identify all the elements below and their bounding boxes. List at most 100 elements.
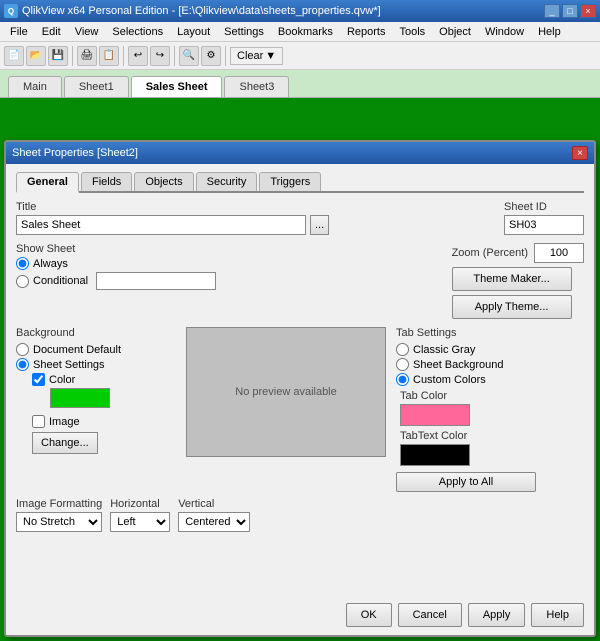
title-label: Title (16, 201, 329, 213)
open-icon[interactable]: 📂 (26, 46, 46, 66)
sheet-settings-label: Sheet Settings (33, 359, 105, 371)
close-button[interactable]: × (580, 4, 596, 18)
dialog-title: Sheet Properties [Sheet2] (12, 147, 138, 159)
tab-fields[interactable]: Fields (81, 172, 132, 191)
image-formatting-select[interactable]: No Stretch Fill Stretch Fit (16, 512, 102, 532)
undo-icon[interactable]: ↩ (128, 46, 148, 66)
print-icon[interactable]: 🖨 (77, 46, 97, 66)
tab-settings-section: Tab Settings Classic Gray Sheet Backgrou… (396, 327, 536, 492)
dialog-tabs: General Fields Objects Security Triggers (16, 172, 584, 193)
redo-icon[interactable]: ↪ (150, 46, 170, 66)
menu-bar: File Edit View Selections Layout Setting… (0, 22, 600, 42)
general-tab-content: Title ... Sheet ID Show Sheet (16, 201, 584, 532)
new-icon[interactable]: 📄 (4, 46, 24, 66)
separator-2 (123, 46, 124, 66)
copy-icon[interactable]: 📋 (99, 46, 119, 66)
sheet-tab-main[interactable]: Main (8, 76, 62, 97)
menu-file[interactable]: File (4, 24, 34, 40)
sheet-background-radio[interactable] (396, 358, 409, 371)
ok-button[interactable]: OK (346, 603, 392, 627)
sheet-tab-sheet3[interactable]: Sheet3 (224, 76, 289, 97)
clear-button[interactable]: Clear ▼ (230, 47, 283, 65)
maximize-button[interactable]: □ (562, 4, 578, 18)
separator-4 (225, 46, 226, 66)
sheet-background-label: Sheet Background (413, 359, 504, 371)
title-browse-button[interactable]: ... (310, 215, 329, 235)
color-checkbox[interactable] (32, 373, 45, 386)
menu-layout[interactable]: Layout (171, 24, 216, 40)
tab-settings-label: Tab Settings (396, 327, 536, 339)
settings-icon[interactable]: ⚙ (201, 46, 221, 66)
sheet-tab-salessheet[interactable]: Sales Sheet (131, 76, 223, 97)
menu-bookmarks[interactable]: Bookmarks (272, 24, 339, 40)
theme-maker-button[interactable]: Theme Maker... (452, 267, 572, 291)
tab-text-color-swatch[interactable] (400, 444, 470, 466)
tab-color-swatch[interactable] (400, 404, 470, 426)
sheet-properties-dialog: Sheet Properties [Sheet2] × General Fiel… (4, 140, 596, 637)
conditional-label: Conditional (33, 275, 88, 287)
tab-general[interactable]: General (16, 172, 79, 193)
menu-window[interactable]: Window (479, 24, 530, 40)
tab-text-label: TabText Color (400, 430, 536, 442)
sheet-tabs: Main Sheet1 Sales Sheet Sheet3 (0, 70, 600, 98)
minimize-button[interactable]: _ (544, 4, 560, 18)
horizontal-select[interactable]: Left Center Right (110, 512, 170, 532)
save-icon[interactable]: 💾 (48, 46, 68, 66)
color-swatch[interactable] (50, 388, 110, 408)
image-formatting-section: Image Formatting No Stretch Fill Stretch… (16, 498, 102, 532)
conditional-radio[interactable] (16, 275, 29, 288)
vertical-label: Vertical (178, 498, 250, 510)
always-radio[interactable] (16, 257, 29, 270)
image-formatting-label: Image Formatting (16, 498, 102, 510)
apply-to-all-button[interactable]: Apply to All (396, 472, 536, 492)
zoom-input[interactable] (534, 243, 584, 263)
image-label: Image (49, 416, 80, 428)
menu-reports[interactable]: Reports (341, 24, 392, 40)
menu-view[interactable]: View (69, 24, 105, 40)
cancel-button[interactable]: Cancel (398, 603, 462, 627)
app-icon: Q (4, 4, 18, 18)
image-formatting-row: Image Formatting No Stretch Fill Stretch… (16, 498, 584, 532)
change-button[interactable]: Change... (32, 432, 98, 454)
doc-default-label: Document Default (33, 344, 121, 356)
apply-theme-button[interactable]: Apply Theme... (452, 295, 572, 319)
menu-settings[interactable]: Settings (218, 24, 270, 40)
zoom-label: Zoom (Percent) (452, 247, 528, 259)
window-controls: _ □ × (544, 4, 596, 18)
menu-object[interactable]: Object (433, 24, 477, 40)
search-icon[interactable]: 🔍 (179, 46, 199, 66)
vertical-section: Vertical Top Centered Bottom (178, 498, 250, 532)
title-bar: Q QlikView x64 Personal Edition - [E:\Ql… (0, 0, 600, 22)
menu-help[interactable]: Help (532, 24, 567, 40)
menu-tools[interactable]: Tools (393, 24, 431, 40)
help-button[interactable]: Help (531, 603, 584, 627)
preview-area: No preview available (186, 327, 386, 457)
sheet-settings-radio[interactable] (16, 358, 29, 371)
sheet-tab-sheet1[interactable]: Sheet1 (64, 76, 129, 97)
menu-edit[interactable]: Edit (36, 24, 67, 40)
image-checkbox[interactable] (32, 415, 45, 428)
tab-color-label: Tab Color (400, 390, 536, 402)
background-section: Background Document Default Sheet Settin… (16, 327, 176, 492)
show-sheet-section: Show Sheet Always Conditional (16, 243, 216, 292)
separator-3 (174, 46, 175, 66)
vertical-select[interactable]: Top Centered Bottom (178, 512, 250, 532)
dialog-close-button[interactable]: × (572, 146, 588, 160)
dialog-content: General Fields Objects Security Triggers… (6, 164, 594, 540)
title-input[interactable] (16, 215, 306, 235)
toolbar: 📄 📂 💾 🖨 📋 ↩ ↪ 🔍 ⚙ Clear ▼ (0, 42, 600, 70)
doc-default-radio[interactable] (16, 343, 29, 356)
conditional-input[interactable] (96, 272, 216, 290)
classic-gray-radio[interactable] (396, 343, 409, 356)
app-title: QlikView x64 Personal Edition - [E:\Qlik… (22, 5, 381, 17)
custom-colors-radio[interactable] (396, 373, 409, 386)
tab-triggers[interactable]: Triggers (259, 172, 321, 191)
bottom-buttons: OK Cancel Apply Help (346, 603, 584, 627)
background-label: Background (16, 327, 176, 339)
tab-security[interactable]: Security (196, 172, 258, 191)
sheetid-input[interactable] (504, 215, 584, 235)
color-label: Color (49, 374, 75, 386)
tab-objects[interactable]: Objects (134, 172, 193, 191)
apply-button[interactable]: Apply (468, 603, 526, 627)
menu-selections[interactable]: Selections (106, 24, 169, 40)
